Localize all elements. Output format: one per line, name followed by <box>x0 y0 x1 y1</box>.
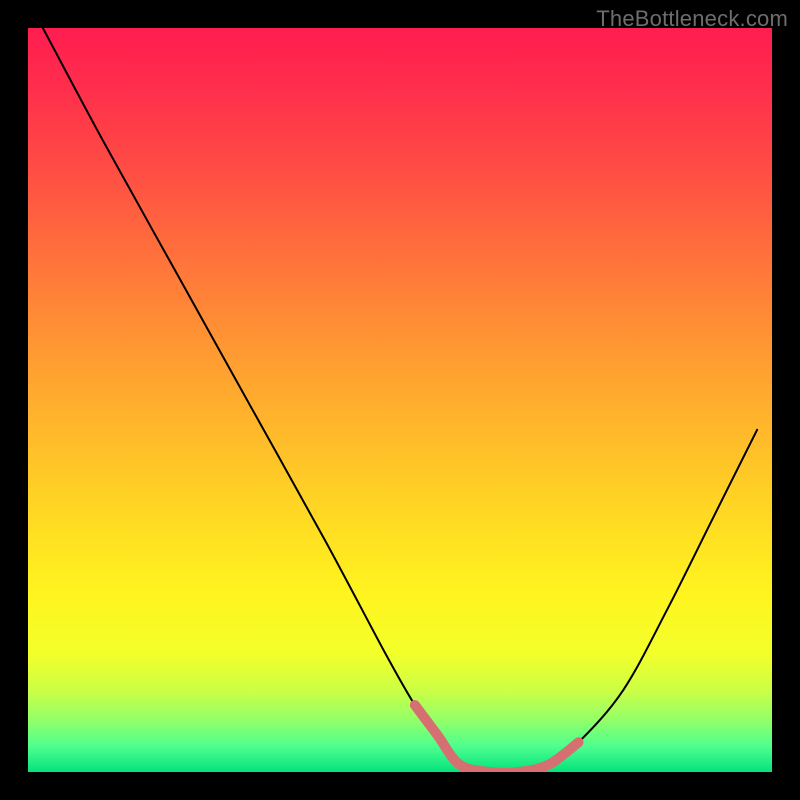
bottleneck-chart <box>0 0 800 800</box>
chart-container: TheBottleneck.com <box>0 0 800 800</box>
plot-gradient <box>28 28 772 772</box>
watermark-text: TheBottleneck.com <box>596 6 788 32</box>
